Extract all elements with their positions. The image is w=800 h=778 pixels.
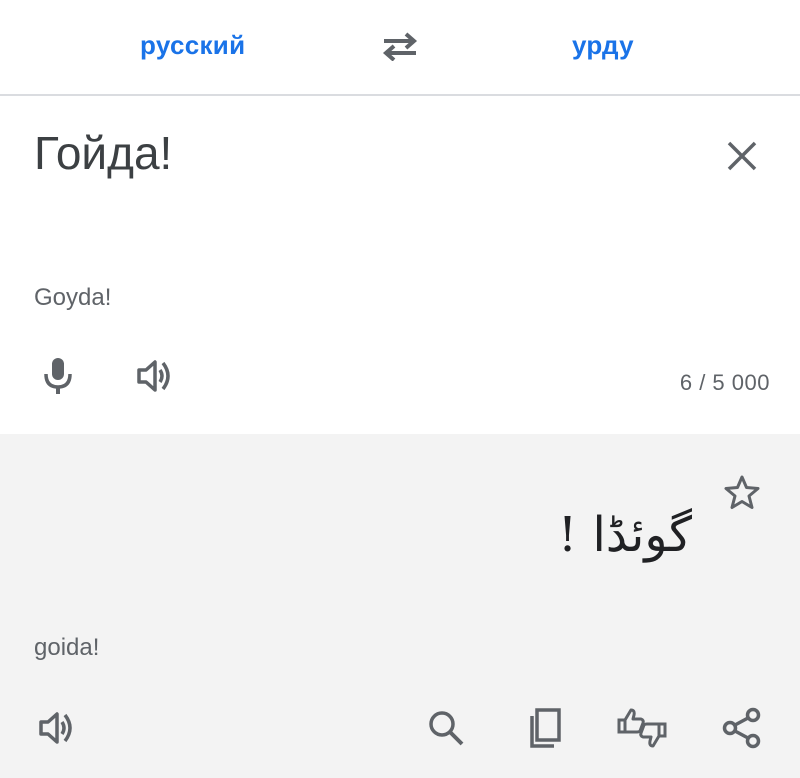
copy-icon bbox=[526, 708, 562, 748]
source-transliteration: Goyda! bbox=[34, 284, 112, 311]
source-panel: Гойда! Goyda! 6 / 5 000 bbox=[0, 96, 800, 434]
swap-languages-button[interactable] bbox=[376, 26, 424, 66]
search-button[interactable] bbox=[422, 704, 470, 752]
close-icon bbox=[726, 140, 758, 172]
copy-button[interactable] bbox=[520, 704, 568, 752]
translated-text: گوئڈا ! bbox=[557, 507, 692, 563]
feedback-button[interactable] bbox=[616, 704, 668, 752]
search-icon bbox=[427, 709, 465, 747]
character-count: 6 / 5 000 bbox=[679, 370, 770, 395]
swap-horiz-icon bbox=[380, 31, 420, 61]
volume-icon bbox=[38, 710, 78, 746]
volume-icon bbox=[136, 358, 176, 394]
save-translation-button[interactable] bbox=[718, 468, 766, 516]
target-transliteration: goida! bbox=[34, 634, 100, 661]
microphone-icon bbox=[43, 356, 73, 396]
listen-source-button[interactable] bbox=[132, 352, 180, 400]
language-bar: русский урду bbox=[0, 0, 800, 96]
clear-input-button[interactable] bbox=[718, 132, 766, 180]
feedback-thumbs-icon bbox=[616, 706, 668, 750]
target-language-button[interactable]: урду bbox=[572, 30, 634, 61]
source-language-button[interactable]: русский bbox=[140, 30, 245, 61]
share-button[interactable] bbox=[718, 704, 766, 752]
source-text-input[interactable]: Гойда! bbox=[34, 130, 172, 176]
star-icon bbox=[723, 474, 761, 510]
microphone-button[interactable] bbox=[34, 352, 82, 400]
listen-translation-button[interactable] bbox=[34, 704, 82, 752]
translation-panel: گوئڈا ! goida! bbox=[0, 434, 800, 778]
share-icon bbox=[722, 707, 762, 749]
